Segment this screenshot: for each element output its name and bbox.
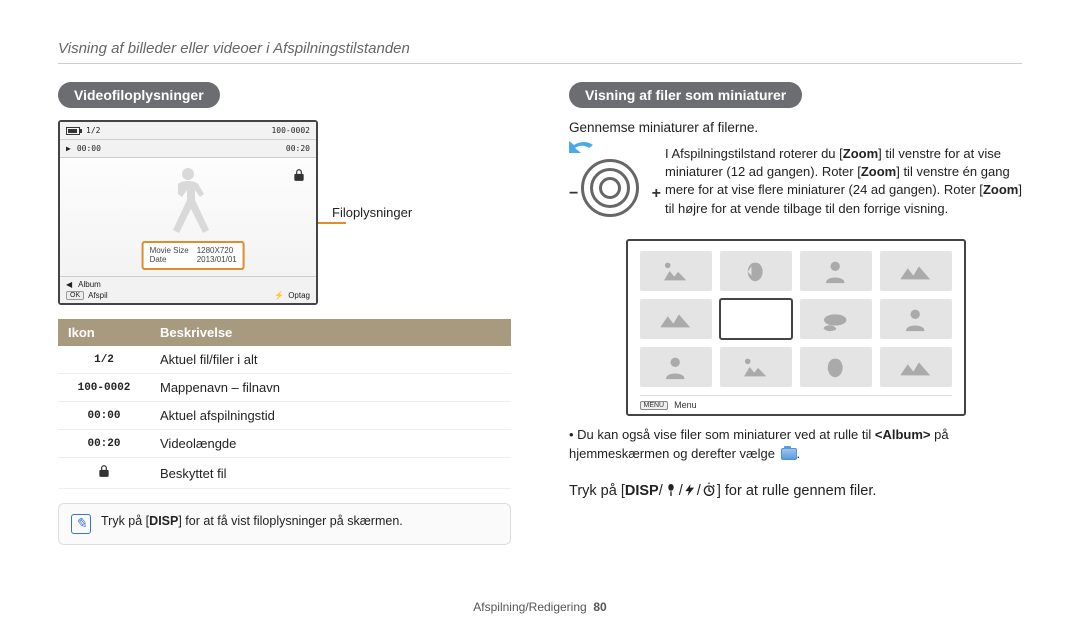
menu-chip: MENU	[640, 401, 669, 410]
thumbnail	[880, 299, 952, 339]
play-icon: ▶	[66, 144, 71, 153]
flash-icon: ⚡	[274, 291, 284, 300]
icon-description-table: Ikon Beskrivelse 1/2Aktuel fil/filer i a…	[58, 319, 511, 489]
thumbnail	[800, 299, 872, 339]
file-counter: 1/2	[86, 126, 100, 135]
table-row: 00:00Aktuel afspilningstid	[58, 402, 511, 430]
minus-icon: −	[569, 185, 578, 203]
timer-icon	[701, 482, 717, 498]
info-icon: ✎	[71, 514, 91, 534]
video-player-screenshot: 1/2 100-0002 ▶ 00:00 00:20 Movie Size128…	[58, 120, 318, 305]
th-icon: Ikon	[58, 319, 150, 346]
plus-icon: +	[652, 185, 661, 203]
section-heading-thumbnails: Visning af filer som miniaturer	[569, 82, 802, 108]
lock-icon-cell	[58, 458, 150, 489]
callout-line	[318, 222, 346, 224]
table-row: 100-0002Mappenavn – filnavn	[58, 374, 511, 402]
elapsed-time: 00:00	[77, 144, 101, 153]
album-bullet: • Du kan også vise filer som miniaturer …	[569, 426, 1022, 464]
thumbnail	[640, 347, 712, 387]
table-row: 00:20Videolængde	[58, 430, 511, 458]
file-info-callout-label: Filoplysninger	[332, 205, 412, 220]
file-info-overlay: Movie Size1280X720 Date2013/01/01	[142, 241, 245, 270]
tip-note: ✎ Tryk på [DISP] for at få vist filoplys…	[58, 503, 511, 545]
left-column: Videofiloplysninger 1/2 100-0002 ▶ 00:00…	[58, 82, 511, 545]
play-label: Afspil	[88, 291, 108, 300]
page-title: Visning af billeder eller videoer i Afsp…	[58, 40, 1022, 57]
thumbnail	[800, 347, 872, 387]
lock-icon	[292, 168, 306, 182]
thumbnail	[880, 347, 952, 387]
scroll-instruction: Tryk på [DISP///] for at rulle gennem fi…	[569, 482, 1022, 499]
menu-label: Menu	[674, 400, 697, 410]
battery-icon	[66, 127, 80, 135]
section-heading-video-info: Videofiloplysninger	[58, 82, 220, 108]
divider	[58, 63, 1022, 64]
back-icon: ◀	[66, 280, 72, 289]
thumbnail	[880, 251, 952, 291]
page-footer: Afspilning/Redigering 80	[0, 600, 1080, 614]
thumbnail-selected	[720, 299, 792, 339]
macro-icon	[663, 482, 679, 498]
thumbnail	[640, 251, 712, 291]
duration: 00:20	[286, 144, 310, 153]
thumbnail	[720, 251, 792, 291]
zoom-dial-illustration: − +	[569, 145, 651, 227]
ok-chip: OK	[66, 291, 84, 300]
dial-icon	[581, 159, 639, 217]
thumbnail-subtext: Gennemse miniaturer af filerne.	[569, 120, 1022, 135]
lock-icon	[97, 464, 111, 478]
thumbnail	[800, 251, 872, 291]
table-row: Beskyttet fil	[58, 458, 511, 489]
right-column: Visning af filer som miniaturer Gennemse…	[569, 82, 1022, 545]
zoom-instructions: I Afspilningstilstand roterer du [Zoom] …	[665, 145, 1022, 218]
tip-text: Tryk på [DISP] for at få vist filoplysni…	[101, 514, 403, 534]
table-row: 1/2Aktuel fil/filer i alt	[58, 346, 511, 374]
th-desc: Beskrivelse	[150, 319, 511, 346]
album-label: Album	[78, 280, 101, 289]
record-label: Optag	[288, 291, 310, 300]
thumbnail	[640, 299, 712, 339]
album-folder-icon	[781, 448, 797, 460]
folder-file: 100-0002	[271, 126, 310, 135]
flash-icon	[683, 482, 697, 498]
thumbnail	[720, 347, 792, 387]
dancer-silhouette-icon	[158, 166, 218, 248]
thumbnail-grid-screenshot: MENU Menu	[626, 239, 966, 416]
